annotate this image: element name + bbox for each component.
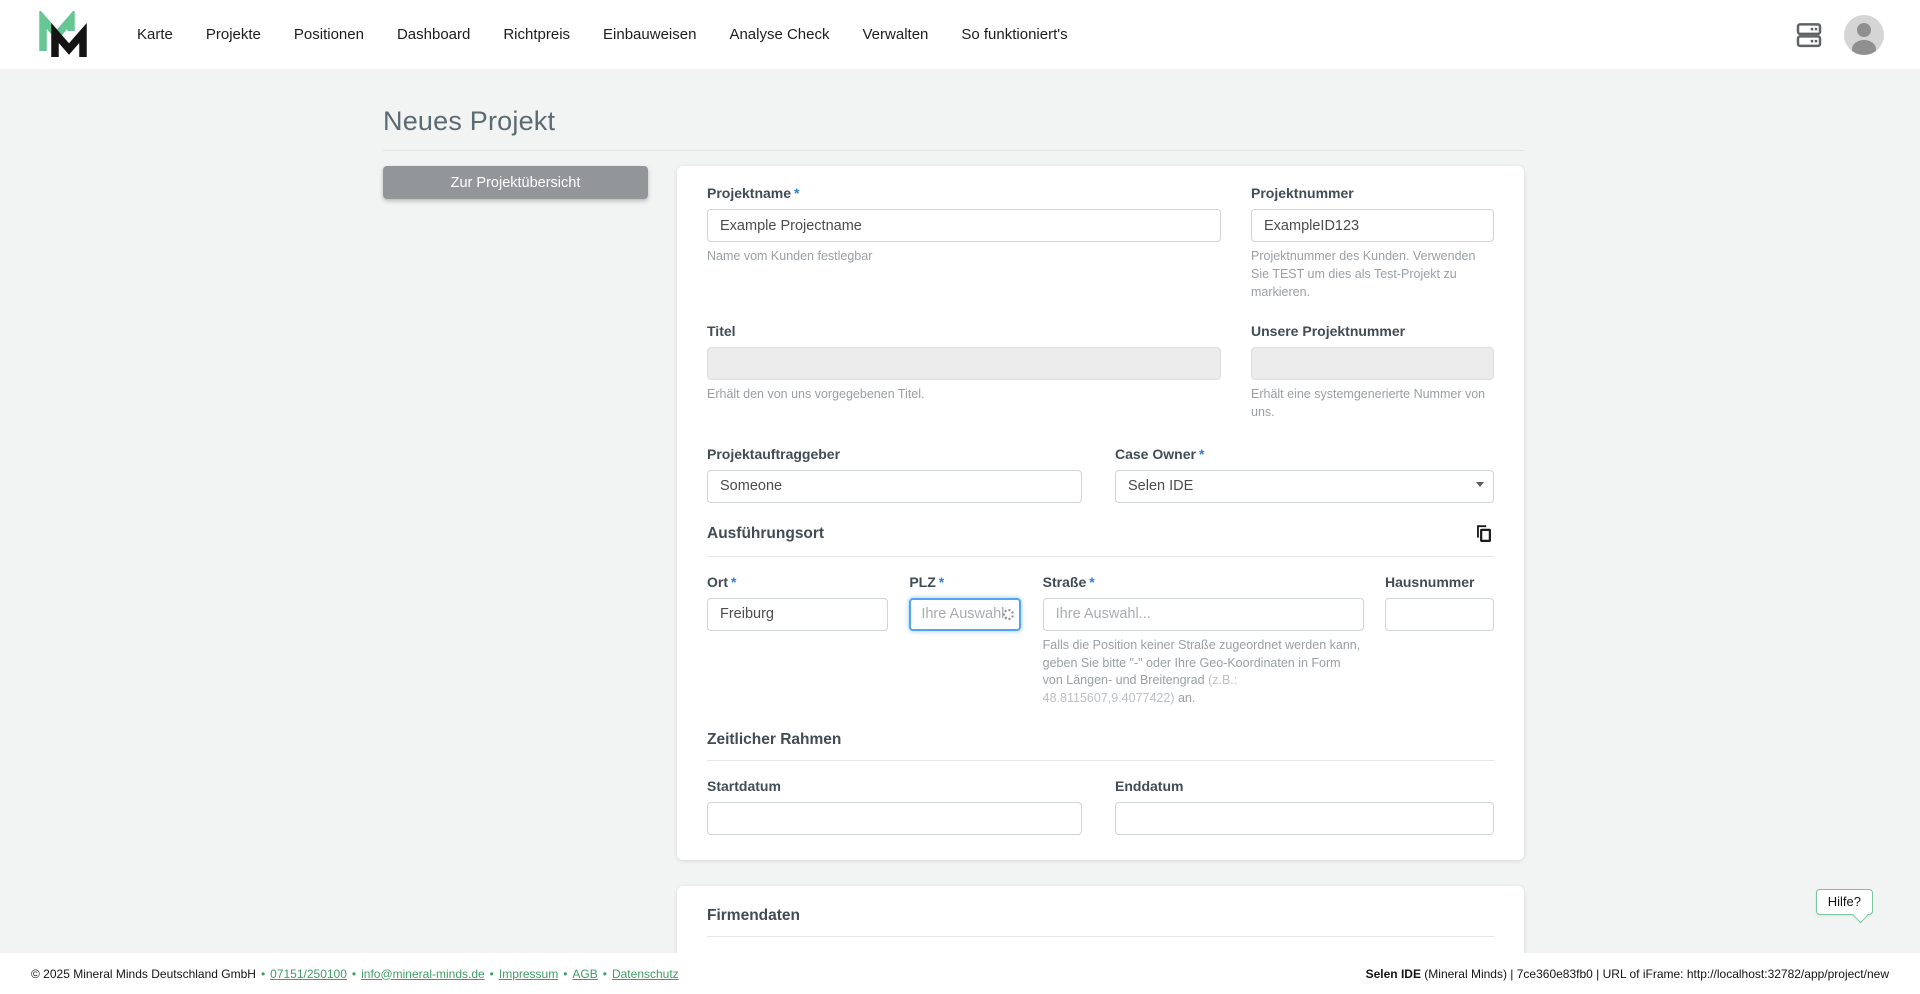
required-asterisk: * — [938, 573, 945, 590]
section-ausfuehrungsort: Ausführungsort — [707, 523, 1494, 545]
required-asterisk: * — [794, 185, 800, 201]
firmendaten-card: Firmendaten — [677, 885, 1524, 953]
projektnummer-hint: Projektnummer des Kunden. Verwenden Sie … — [1251, 249, 1476, 299]
strasse-label: Straße * — [1042, 573, 1095, 590]
nav-menu: Karte Projekte Positionen Dashboard Rich… — [137, 26, 1068, 43]
person-icon — [1852, 22, 1876, 55]
section-divider — [707, 759, 1494, 761]
field-titel: Titel Erhält den von uns vorgegebenen Ti… — [707, 323, 1221, 422]
field-hausnummer: Hausnummer — [1384, 573, 1494, 708]
section-divider — [707, 555, 1494, 557]
nav-item-karte[interactable]: Karte — [137, 26, 173, 43]
section-firmendaten: Firmendaten — [707, 907, 1494, 925]
main-area: Neues Projekt Zur Projektübersicht Proje… — [0, 69, 1920, 953]
projektauftraggeber-label: Projektauftraggeber — [707, 445, 841, 462]
nav-item-projekte[interactable]: Projekte — [206, 26, 261, 43]
footer: © 2025 Mineral Minds Deutschland GmbH • … — [0, 953, 1920, 994]
field-startdatum: Startdatum — [707, 778, 1082, 835]
server-dns-icon[interactable] — [1794, 20, 1824, 50]
strasse-input[interactable] — [1042, 597, 1364, 631]
section-divider — [707, 935, 1494, 937]
mineral-minds-logo[interactable] — [37, 10, 89, 59]
enddatum-input[interactable] — [1115, 801, 1494, 835]
field-projektname: Projektname* Name vom Kunden festlegbar — [707, 185, 1221, 301]
section-zeitlicher-rahmen-title: Zeitlicher Rahmen — [707, 730, 842, 748]
page-title: Neues Projekt — [383, 106, 556, 136]
impressum-link[interactable]: Impressum — [499, 967, 558, 981]
required-asterisk: * — [731, 573, 737, 590]
projektauftraggeber-input[interactable] — [707, 469, 1082, 503]
startdatum-input[interactable] — [707, 801, 1082, 835]
navbar-right — [1794, 14, 1884, 55]
hausnummer-input[interactable] — [1384, 597, 1494, 631]
projektnummer-input[interactable] — [1251, 209, 1494, 242]
case-owner-select[interactable]: Selen IDE — [1115, 469, 1494, 503]
user-avatar[interactable] — [1844, 14, 1884, 55]
nav-item-so-funktionierts[interactable]: So funktioniert's — [961, 26, 1067, 43]
unsere-projektnummer-label: Unsere Projektnummer — [1251, 323, 1406, 340]
case-owner-label: Case Owner * — [1115, 445, 1205, 462]
chevron-down-icon — [1476, 481, 1484, 487]
footer-right: Selen IDE (Mineral Minds) | 7ce360e83fb0… — [1366, 967, 1889, 981]
ort-input[interactable] — [707, 597, 888, 631]
projektnummer-label: Projektnummer — [1251, 185, 1354, 201]
nav-item-richtpreis[interactable]: Richtpreis — [503, 26, 570, 43]
top-navbar: Karte Projekte Positionen Dashboard Rich… — [0, 0, 1920, 69]
datenschutz-link[interactable]: Datenschutz — [612, 967, 679, 981]
titel-label: Titel — [707, 323, 736, 340]
help-button-label: Hilfe? — [1827, 894, 1861, 909]
session-info: (Mineral Minds) | 7ce360e83fb0 | URL of … — [1420, 966, 1889, 981]
field-enddatum: Enddatum — [1115, 778, 1494, 835]
plz-label: PLZ * — [909, 573, 945, 590]
unsere-projektnummer-input — [1251, 347, 1494, 381]
projektname-hint: Name vom Kunden festlegbar — [707, 249, 873, 263]
title-divider — [383, 150, 1524, 151]
field-projektnummer: Projektnummer Projektnummer des Kunden. … — [1251, 185, 1494, 301]
section-zeitlicher-rahmen: Zeitlicher Rahmen — [707, 731, 1494, 749]
section-firmendaten-title: Firmendaten — [707, 906, 801, 924]
field-ort: Ort * — [707, 574, 888, 708]
field-unsere-projektnummer: Unsere Projektnummer Erhält eine systemg… — [1251, 323, 1494, 422]
copyright-text: © 2025 Mineral Minds Deutschland GmbH — [31, 966, 256, 981]
titel-input — [707, 347, 1221, 381]
footer-left: © 2025 Mineral Minds Deutschland GmbH • … — [31, 966, 679, 981]
nav-item-einbauweisen[interactable]: Einbauweisen — [603, 26, 696, 43]
titel-hint: Erhält den von uns vorgegebenen Titel. — [707, 387, 925, 402]
field-case-owner: Case Owner * Selen IDE — [1115, 446, 1494, 503]
phone-link[interactable]: 07151/250100 — [270, 967, 347, 981]
unsere-projektnummer-hint: Erhält eine systemgenerierte Nummer von … — [1251, 387, 1486, 419]
projektname-input[interactable] — [707, 209, 1221, 242]
enddatum-label: Enddatum — [1115, 777, 1184, 794]
required-asterisk: * — [1089, 573, 1095, 590]
hausnummer-label: Hausnummer — [1384, 573, 1475, 590]
session-user: Selen IDE — [1365, 966, 1421, 981]
strasse-hint: Falls die Position keiner Straße zugeord… — [1042, 637, 1361, 705]
nav-item-verwalten[interactable]: Verwalten — [863, 26, 929, 43]
projektname-label: Projektname * — [707, 185, 800, 201]
case-owner-selected-value: Selen IDE — [1115, 469, 1494, 503]
section-ausfuehrungsort-title: Ausführungsort — [707, 524, 825, 542]
back-to-project-overview-button[interactable]: Zur Projektübersicht — [383, 166, 648, 199]
email-link[interactable]: info@mineral-minds.de — [361, 967, 485, 981]
field-strasse: Straße* Falls die Position keiner Straße… — [1042, 573, 1364, 708]
copy-icon[interactable] — [1472, 523, 1494, 545]
required-asterisk: * — [1198, 445, 1205, 462]
help-button[interactable]: Hilfe? — [1815, 889, 1873, 923]
ort-label: Ort * — [707, 573, 737, 590]
field-projektauftraggeber: Projektauftraggeber — [707, 446, 1082, 503]
field-plz: PLZ * — [909, 573, 1022, 708]
nav-item-positionen[interactable]: Positionen — [294, 26, 364, 43]
startdatum-label: Startdatum — [707, 777, 781, 794]
agb-link[interactable]: AGB — [572, 967, 597, 981]
nav-item-analyse-check[interactable]: Analyse Check — [729, 26, 829, 43]
nav-item-dashboard[interactable]: Dashboard — [397, 26, 470, 43]
project-form-card: Projektname* Name vom Kunden festlegbar … — [677, 166, 1524, 860]
